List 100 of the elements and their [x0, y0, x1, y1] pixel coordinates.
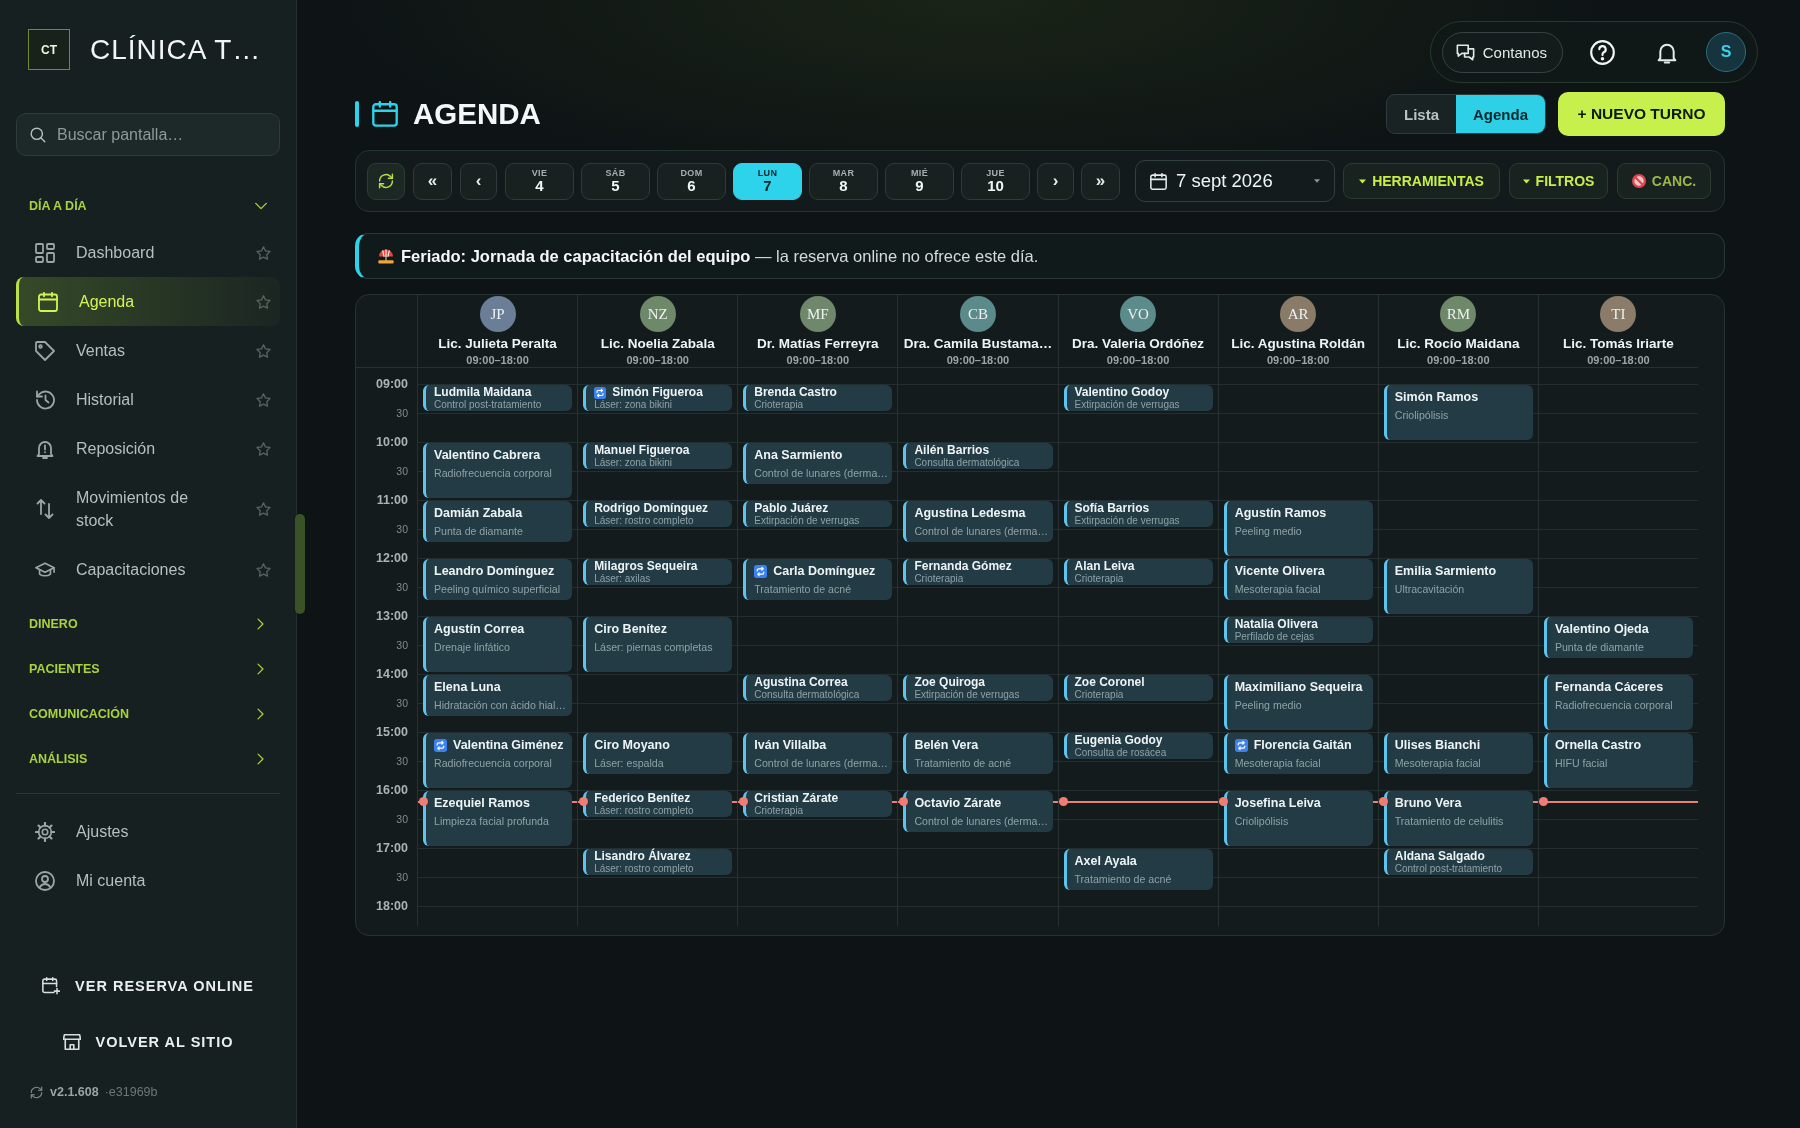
scrollbar-thumb[interactable]	[295, 514, 305, 614]
appointment-card[interactable]: Elena Luna Hidratación con ácido hial…	[423, 675, 573, 716]
star-icon[interactable]	[256, 294, 271, 309]
appointment-card[interactable]: Fernanda Cáceres Radiofrecuencia corporal	[1543, 675, 1693, 730]
appointment-card[interactable]: Sofía Barrios Extirpación de verrugas	[1063, 501, 1213, 527]
nav-item[interactable]: Capacitaciones	[16, 545, 280, 594]
appointment-card[interactable]: Axel Ayala Tratamiento de acné	[1063, 849, 1213, 890]
appointment-card[interactable]: Agustina Correa Consulta dermatológica	[743, 675, 893, 701]
appointment-card[interactable]: Valentino Ojeda Punta de diamante	[1543, 617, 1693, 658]
staff-name: Lic. Noelia Zabala	[600, 336, 715, 352]
service-name: Crioterapia	[754, 399, 805, 410]
appointment-card[interactable]: Belén Vera Tratamiento de acné	[903, 733, 1053, 774]
nav-item[interactable]: Historial	[16, 375, 280, 424]
day-tab[interactable]: SÁB 5	[581, 162, 650, 200]
time-label: 30	[396, 870, 408, 885]
jump-back-button[interactable]: «	[413, 162, 452, 200]
star-icon[interactable]	[256, 245, 271, 260]
appointment-card[interactable]: Carla Domínguez Tratamiento de acné	[743, 559, 893, 600]
appointment-card[interactable]: Manuel Figueroa Láser: zona bikini	[583, 443, 733, 469]
appointment-card[interactable]: Iván Villalba Control de lunares (derma…	[743, 733, 893, 774]
appointment-card[interactable]: Leandro Domínguez Peeling químico superficial	[423, 559, 573, 600]
view-tab[interactable]: Lista	[1386, 95, 1456, 133]
appointment-card[interactable]: Simón Figueroa Láser: zona bikini	[583, 385, 733, 411]
user-avatar[interactable]: S	[1706, 32, 1746, 72]
appointment-card[interactable]: Ezequiel Ramos Limpieza facial profunda	[423, 791, 573, 846]
appointment-card[interactable]: Aldana Salgado Control post-tratamiento	[1383, 849, 1533, 875]
appointment-card[interactable]: Ornella Castro HIFU facial	[1543, 733, 1693, 788]
appointment-card[interactable]: Agustina Ledesma Control de lunares (derma…	[903, 501, 1053, 542]
feedback-button[interactable]: Contanos	[1441, 31, 1563, 73]
appointment-card[interactable]: Zoe Quiroga Extirpación de verrugas	[903, 675, 1053, 701]
section-header[interactable]: COMUNICACIÓN	[16, 698, 280, 729]
appointment-card[interactable]: Zoe Coronel Crioterapia	[1063, 675, 1213, 701]
star-icon[interactable]	[256, 343, 271, 358]
toggle-button[interactable]: CANC.	[1617, 163, 1711, 199]
star-icon[interactable]	[256, 562, 271, 577]
day-tab[interactable]: MIÉ 9	[885, 162, 954, 200]
day-tab[interactable]: MAR 8	[809, 162, 878, 200]
date-picker[interactable]: 7 sept 2026	[1135, 160, 1335, 202]
appointment-card[interactable]: Simón Ramos Criolipólisis	[1383, 385, 1533, 440]
jump-forward-button[interactable]: »	[1081, 162, 1120, 200]
sidebar-link[interactable]: VOLVER AL SITIO	[16, 1020, 280, 1064]
appointment-card[interactable]: Lisandro Álvarez Láser: rostro completo	[583, 849, 733, 875]
appointment-card[interactable]: Fernanda Gómez Crioterapia	[903, 559, 1053, 585]
section-header[interactable]: PACIENTES	[16, 653, 280, 684]
appointment-card[interactable]: Ciro Benítez Láser: piernas completas	[583, 617, 733, 672]
nav-item[interactable]: Agenda	[16, 277, 280, 326]
nav-item[interactable]: Reposición	[16, 424, 280, 473]
caret-icon	[1314, 179, 1320, 183]
appointment-card[interactable]: Ludmila Maidana Control post-tratamiento	[423, 385, 573, 411]
appointment-card[interactable]: Ailén Barrios Consulta dermatológica	[903, 443, 1053, 469]
sidebar-link[interactable]: VER RESERVA ONLINE	[16, 964, 280, 1008]
appointment-card[interactable]: Pablo Juárez Extirpación de verrugas	[743, 501, 893, 527]
appointment-card[interactable]: Cristian Zárate Crioterapia	[743, 791, 893, 817]
appointment-card[interactable]: Vicente Olivera Mesoterapia facial	[1223, 559, 1373, 600]
appointment-card[interactable]: Valentina Giménez Radiofrecuencia corporal	[423, 733, 573, 788]
appointment-card[interactable]: Ciro Moyano Láser: espalda	[583, 733, 733, 774]
question-circle-icon[interactable]	[1590, 39, 1615, 65]
section-header[interactable]: DINERO	[16, 608, 280, 639]
nav-item[interactable]: Dashboard	[16, 228, 280, 277]
appointment-card[interactable]: Octavio Zárate Control de lunares (derma…	[903, 791, 1053, 832]
star-icon[interactable]	[256, 441, 271, 456]
star-icon[interactable]	[256, 502, 271, 516]
appointment-card[interactable]: Agustín Ramos Peeling medio	[1223, 501, 1373, 556]
day-tab[interactable]: DOM 6	[657, 162, 726, 200]
appointment-card[interactable]: Maximiliano Sequeira Peeling medio	[1223, 675, 1373, 730]
day-tab[interactable]: VIE 4	[505, 162, 574, 200]
appointment-card[interactable]: Rodrigo Domínguez Láser: rostro completo	[583, 501, 733, 527]
nav-item[interactable]: Movimientos de stock	[16, 473, 280, 545]
appointment-card[interactable]: Ulises Bianchi Mesoterapia facial	[1383, 733, 1533, 774]
star-icon[interactable]	[256, 392, 271, 407]
day-tab[interactable]: JUE 10	[961, 162, 1030, 200]
day-tab[interactable]: LUN 7	[733, 162, 802, 200]
view-tab[interactable]: Agenda	[1456, 95, 1545, 133]
appointment-card[interactable]: Milagros Sequeira Láser: axilas	[583, 559, 733, 585]
appointment-card[interactable]: Valentino Cabrera Radiofrecuencia corporal	[423, 443, 573, 498]
appointment-card[interactable]: Damián Zabala Punta de diamante	[423, 501, 573, 542]
appointment-card[interactable]: Ana Sarmiento Control de lunares (derma…	[743, 443, 893, 484]
nav-item[interactable]: Mi cuenta	[16, 856, 280, 905]
appointment-card[interactable]: Eugenia Godoy Consulta de rosácea	[1063, 733, 1213, 759]
appointment-card[interactable]: Brenda Castro Crioterapia	[743, 385, 893, 411]
section-header[interactable]: ANÁLISIS	[16, 743, 280, 774]
appointment-card[interactable]: Josefina Leiva Criolipólisis	[1223, 791, 1373, 846]
nav-item[interactable]: Ventas	[16, 326, 280, 375]
next-button[interactable]: ›	[1037, 162, 1074, 200]
dropdown-button[interactable]: HERRAMIENTAS	[1343, 163, 1500, 199]
refresh-button[interactable]	[367, 162, 405, 200]
search-field[interactable]: Buscar pantalla…	[16, 113, 280, 156]
appointment-card[interactable]: Agustín Correa Drenaje linfático	[423, 617, 573, 672]
appointment-card[interactable]: Federico Benítez Láser: rostro completo	[583, 791, 733, 817]
previous-button[interactable]: ‹	[460, 162, 497, 200]
appointment-card[interactable]: Natalia Olivera Perfilado de cejas	[1223, 617, 1373, 643]
nav-item[interactable]: Ajustes	[16, 807, 280, 856]
appointment-card[interactable]: Valentino Godoy Extirpación de verrugas	[1063, 385, 1213, 411]
new-appointment-button[interactable]: + NUEVO TURNO	[1558, 92, 1725, 136]
appointment-card[interactable]: Emilia Sarmiento Ultracavitación	[1383, 559, 1533, 614]
section-header[interactable]: DÍA A DÍA	[16, 190, 280, 221]
appointment-card[interactable]: Florencia Gaitán Mesoterapia facial	[1223, 733, 1373, 774]
appointment-card[interactable]: Alan Leiva Crioterapia	[1063, 559, 1213, 585]
dropdown-button[interactable]: FILTROS	[1509, 163, 1608, 199]
appointment-card[interactable]: Bruno Vera Tratamiento de celulitis	[1383, 791, 1533, 846]
